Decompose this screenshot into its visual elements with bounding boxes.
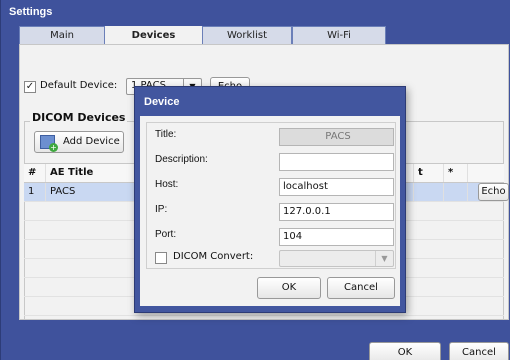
tab-devices[interactable]: Devices: [105, 26, 202, 45]
row-num: 1: [24, 183, 46, 201]
col-star: *: [444, 164, 468, 182]
default-device-label: Default Device:: [40, 80, 118, 91]
title-label: Title:: [155, 129, 177, 140]
add-device-label: Add Device: [63, 136, 120, 147]
description-label: Description:: [155, 154, 208, 165]
description-field[interactable]: [279, 153, 394, 171]
dialog-cancel-button[interactable]: Cancel: [327, 277, 395, 299]
add-device-icon: +: [40, 135, 58, 152]
col-num: #: [24, 164, 46, 182]
row-echo-button[interactable]: Echo: [478, 183, 509, 201]
dicom-convert-select[interactable]: ▼: [279, 250, 394, 267]
ip-field[interactable]: 127.0.0.1: [279, 203, 394, 221]
dicom-convert-label: DICOM Convert:: [173, 251, 254, 262]
tab-main[interactable]: Main: [19, 26, 105, 44]
device-dialog: Device Title: PACS Description: Host: lo…: [134, 86, 406, 313]
checkmark-icon: ✓: [25, 81, 35, 92]
host-field[interactable]: localhost: [279, 178, 394, 196]
footer-cancel-button[interactable]: Cancel: [449, 342, 509, 360]
settings-window: Settings Main Devices Worklist Wi-Fi ✓ D…: [0, 0, 510, 360]
title-field[interactable]: PACS: [279, 128, 394, 146]
tab-wifi[interactable]: Wi-Fi: [292, 26, 386, 44]
port-label: Port:: [155, 229, 177, 240]
default-device-checkbox[interactable]: ✓: [24, 81, 36, 93]
window-title: Settings: [9, 6, 53, 18]
col-port: t: [414, 164, 444, 182]
chevron-down-icon: ▼: [375, 251, 393, 266]
dicom-convert-checkbox[interactable]: [155, 252, 167, 264]
footer-ok-button[interactable]: OK: [369, 342, 441, 360]
device-form: Title: PACS Description: Host: localhost…: [146, 122, 396, 269]
settings-tabs: Main Devices Worklist Wi-Fi: [19, 26, 386, 45]
dialog-ok-button[interactable]: OK: [257, 277, 321, 299]
dialog-body: Title: PACS Description: Host: localhost…: [140, 116, 400, 306]
host-label: Host:: [155, 179, 179, 190]
footer-bar: OK Cancel: [1, 320, 510, 360]
dicom-devices-title: DICOM Devices: [30, 111, 128, 124]
tab-worklist[interactable]: Worklist: [202, 26, 292, 44]
add-device-button[interactable]: + Add Device: [34, 131, 124, 153]
port-field[interactable]: 104: [279, 228, 394, 246]
dialog-title: Device: [144, 96, 180, 108]
ip-label: IP:: [155, 204, 168, 215]
